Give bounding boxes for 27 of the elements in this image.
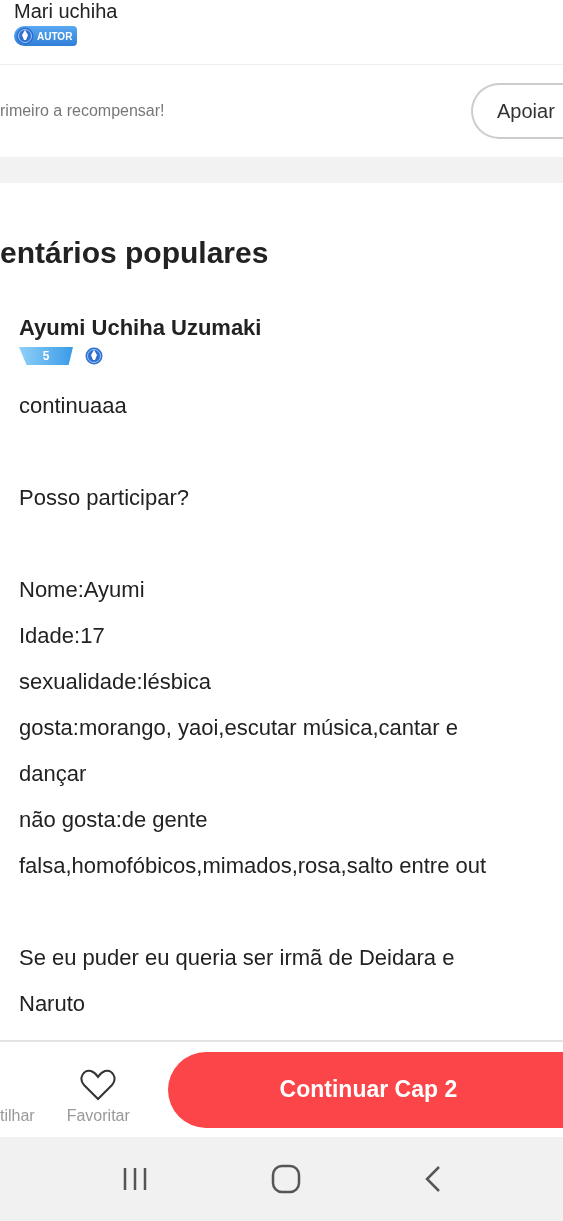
back-icon[interactable] bbox=[425, 1165, 442, 1193]
comment-author[interactable]: Ayumi Uchiha Uzumaki bbox=[19, 315, 563, 341]
comment-text: Nome:Ayumi bbox=[19, 577, 145, 602]
author-name: Mari uchiha bbox=[14, 0, 118, 22]
comment-text: gosta:morango, yaoi,escutar música,cantar e bbox=[19, 715, 458, 740]
home-icon[interactable] bbox=[271, 1164, 302, 1194]
section-title: entários populares bbox=[0, 235, 270, 271]
support-text: rimeiro a recompensar! bbox=[0, 102, 165, 120]
recent-apps-icon[interactable] bbox=[121, 1167, 148, 1191]
comment-text: Idade:17 bbox=[19, 623, 105, 648]
action-label[interactable]: Favoritar bbox=[66, 1106, 130, 1125]
heart-icon[interactable] bbox=[80, 1068, 117, 1101]
pen-icon bbox=[85, 347, 103, 365]
comment-text: sexualidade:lésbica bbox=[19, 669, 212, 694]
comment-text: continuaaa bbox=[19, 393, 127, 418]
pen-icon bbox=[16, 27, 34, 45]
support-button[interactable]: Apoiar bbox=[471, 83, 563, 139]
comment-text: Posso participar? bbox=[19, 485, 189, 510]
continue-button[interactable]: Continuar Cap 2 bbox=[167, 1051, 563, 1128]
comment-text: dançar bbox=[19, 761, 87, 786]
comment-text: Se eu puder eu queria ser irmã de Deidara e bbox=[19, 945, 455, 970]
level-badge: 5 bbox=[19, 347, 73, 365]
author-badge: AUTOR bbox=[14, 26, 78, 46]
comment-text: Naruto bbox=[19, 991, 86, 1016]
action-label[interactable]: tilhar bbox=[0, 1106, 35, 1125]
comment-text: não gosta:de gente bbox=[19, 807, 208, 832]
comment-text: falsa,homofóbicos,mimados,rosa,salto entre out bbox=[19, 853, 487, 878]
